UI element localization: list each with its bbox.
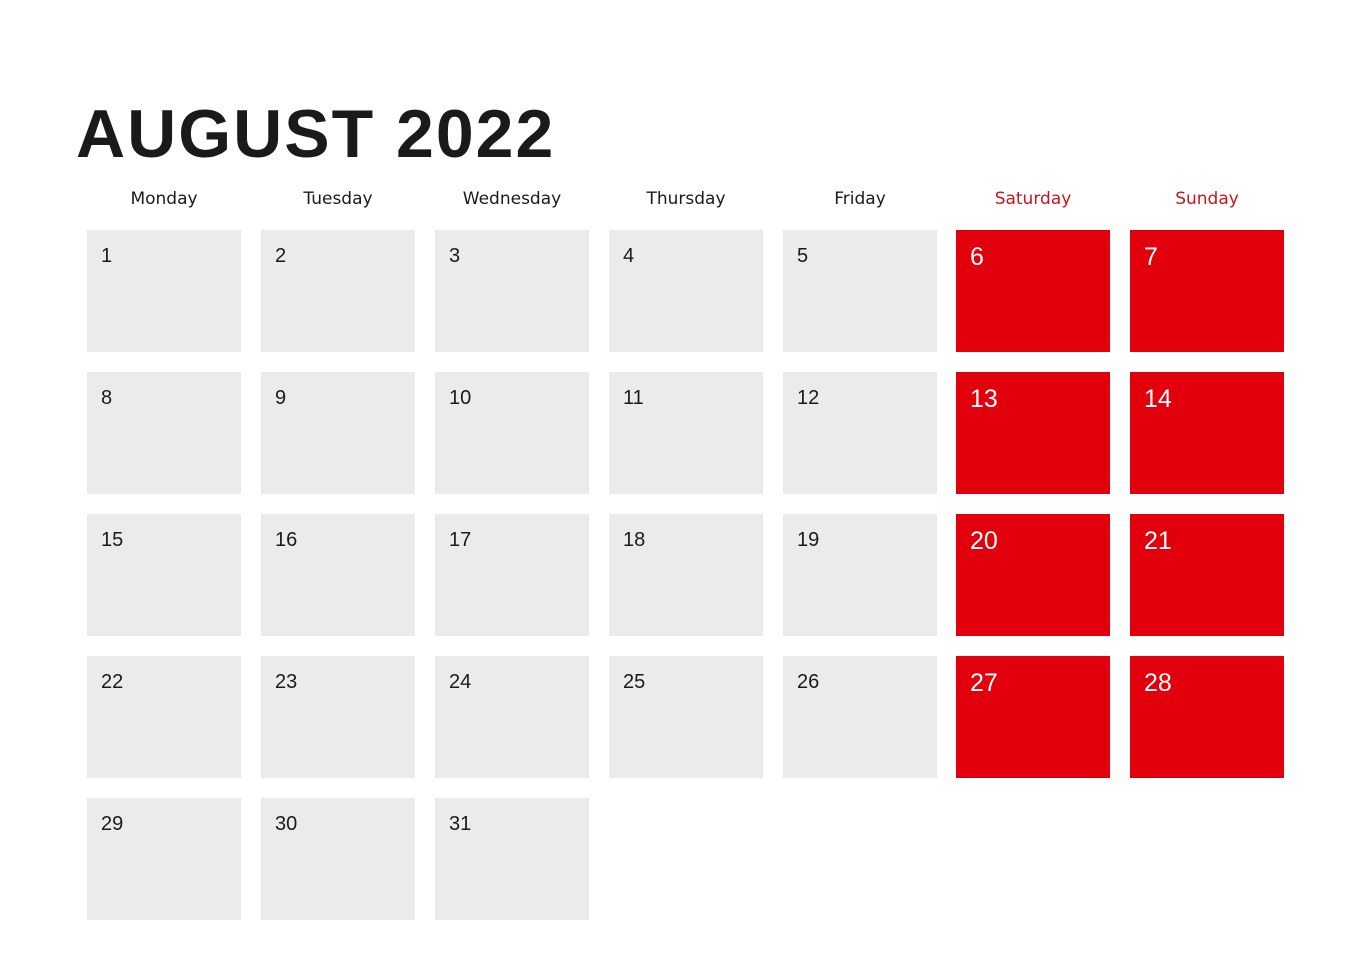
day-cell[interactable]: 21 <box>1130 514 1284 636</box>
day-number: 16 <box>275 529 298 551</box>
day-number: 1 <box>101 245 113 267</box>
day-number: 10 <box>449 387 472 409</box>
day-cell[interactable]: 9 <box>261 372 415 494</box>
day-cell[interactable]: 27 <box>956 656 1110 778</box>
day-number: 24 <box>449 671 472 693</box>
day-number: 22 <box>101 671 124 693</box>
day-cell[interactable]: 20 <box>956 514 1110 636</box>
day-number: 7 <box>1144 243 1158 271</box>
day-number: 21 <box>1144 527 1172 555</box>
weekday-header-saturday: Saturday <box>994 189 1072 209</box>
day-cell[interactable]: 2 <box>261 230 415 352</box>
weekday-header-monday: Monday <box>130 189 198 209</box>
weekday-header-tuesday: Tuesday <box>303 189 373 209</box>
day-cell[interactable]: 1 <box>87 230 241 352</box>
weekday-header-wednesday: Wednesday <box>462 189 562 209</box>
day-cell[interactable]: 8 <box>87 372 241 494</box>
day-number: 23 <box>275 671 298 693</box>
day-cell[interactable]: 16 <box>261 514 415 636</box>
day-cell[interactable]: 25 <box>609 656 763 778</box>
day-number: 26 <box>797 671 820 693</box>
day-number: 31 <box>449 813 472 835</box>
day-number: 5 <box>797 245 809 267</box>
day-cell[interactable]: 10 <box>435 372 589 494</box>
day-number: 3 <box>449 245 461 267</box>
day-number: 2 <box>275 245 287 267</box>
day-cell[interactable]: 15 <box>87 514 241 636</box>
day-cell[interactable]: 26 <box>783 656 937 778</box>
day-cell[interactable]: 12 <box>783 372 937 494</box>
day-cell[interactable]: 13 <box>956 372 1110 494</box>
day-cell[interactable]: 31 <box>435 798 589 920</box>
day-cell[interactable]: 18 <box>609 514 763 636</box>
day-cell[interactable]: 17 <box>435 514 589 636</box>
calendar-title: AUGUST 2022 <box>76 96 556 172</box>
day-cell[interactable]: 5 <box>783 230 937 352</box>
day-cell[interactable]: 23 <box>261 656 415 778</box>
day-cell[interactable]: 3 <box>435 230 589 352</box>
day-cell[interactable]: 22 <box>87 656 241 778</box>
day-number: 27 <box>970 669 998 697</box>
day-cell[interactable]: 28 <box>1130 656 1284 778</box>
day-number: 13 <box>970 385 998 413</box>
day-cell[interactable]: 7 <box>1130 230 1284 352</box>
day-number: 9 <box>275 387 287 409</box>
day-number: 15 <box>101 529 124 551</box>
weekday-header-sunday: Sunday <box>1175 189 1239 209</box>
day-number: 25 <box>623 671 646 693</box>
day-number: 28 <box>1144 669 1172 697</box>
day-cell[interactable]: 11 <box>609 372 763 494</box>
day-number: 18 <box>623 529 646 551</box>
weekday-header-thursday: Thursday <box>646 189 726 209</box>
day-number: 19 <box>797 529 820 551</box>
day-number: 11 <box>623 387 644 409</box>
day-number: 14 <box>1144 385 1172 413</box>
day-number: 29 <box>101 813 124 835</box>
day-cell[interactable]: 4 <box>609 230 763 352</box>
weekday-header-friday: Friday <box>834 189 886 209</box>
day-number: 17 <box>449 529 472 551</box>
day-number: 12 <box>797 387 820 409</box>
day-cell[interactable]: 24 <box>435 656 589 778</box>
day-cell[interactable]: 6 <box>956 230 1110 352</box>
day-cell[interactable]: 14 <box>1130 372 1284 494</box>
day-number: 4 <box>623 245 635 267</box>
day-number: 6 <box>970 243 984 271</box>
day-number: 30 <box>275 813 298 835</box>
day-number: 8 <box>101 387 113 409</box>
day-number: 20 <box>970 527 998 555</box>
day-cell[interactable]: 29 <box>87 798 241 920</box>
day-cell[interactable]: 30 <box>261 798 415 920</box>
day-cell[interactable]: 19 <box>783 514 937 636</box>
